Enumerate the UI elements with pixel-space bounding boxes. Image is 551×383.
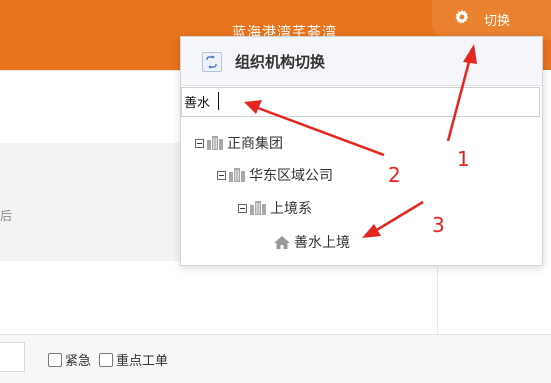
tree-node-series[interactable]: 上境系 <box>238 198 312 218</box>
text-caret <box>218 92 219 110</box>
house-icon <box>274 235 290 249</box>
tree-node-region[interactable]: 华东区域公司 <box>217 165 333 185</box>
tree-node-label: 正商集团 <box>227 136 283 152</box>
left-content-panel <box>0 143 182 261</box>
annotation-label-3: 3 <box>432 213 445 237</box>
gear-icon <box>455 9 469 24</box>
urgent-label: 紧急 <box>65 354 92 369</box>
urgent-checkbox-group[interactable]: 紧急 <box>48 350 91 369</box>
org-search-input[interactable] <box>182 88 524 114</box>
left-panel-text: 后 <box>0 209 13 223</box>
urgent-checkbox[interactable] <box>48 352 62 367</box>
switch-org-button[interactable]: 切换 <box>432 0 551 40</box>
building-icon <box>229 168 245 182</box>
filter-input[interactable] <box>0 342 25 372</box>
building-icon <box>250 201 266 215</box>
annotation-label-2: 2 <box>388 163 401 187</box>
panel-title: 组织机构切换 <box>235 53 326 71</box>
switch-label: 切换 <box>484 14 511 29</box>
key-order-checkbox[interactable] <box>99 352 113 367</box>
collapse-toggle-icon[interactable] <box>195 138 204 148</box>
key-order-checkbox-group[interactable]: 重点工单 <box>99 350 168 369</box>
tree-node-project[interactable]: 善水上境 <box>273 232 350 252</box>
key-order-label: 重点工单 <box>116 354 169 369</box>
collapse-toggle-icon[interactable] <box>238 203 247 213</box>
annotation-label-1: 1 <box>457 147 470 171</box>
tree-node-label: 上境系 <box>270 201 312 217</box>
tree-node-label: 华东区域公司 <box>249 168 333 184</box>
panel-header: 组织机构切换 <box>181 37 542 86</box>
tree-node-label: 善水上境 <box>294 235 350 251</box>
switch-icon <box>202 52 222 72</box>
collapse-toggle-icon[interactable] <box>217 170 226 180</box>
org-switch-panel: 组织机构切换 正商集团 华东区域公司 <box>180 36 543 266</box>
building-icon <box>207 136 223 150</box>
search-box[interactable] <box>181 87 540 117</box>
tree-node-group[interactable]: 正商集团 <box>195 133 283 153</box>
